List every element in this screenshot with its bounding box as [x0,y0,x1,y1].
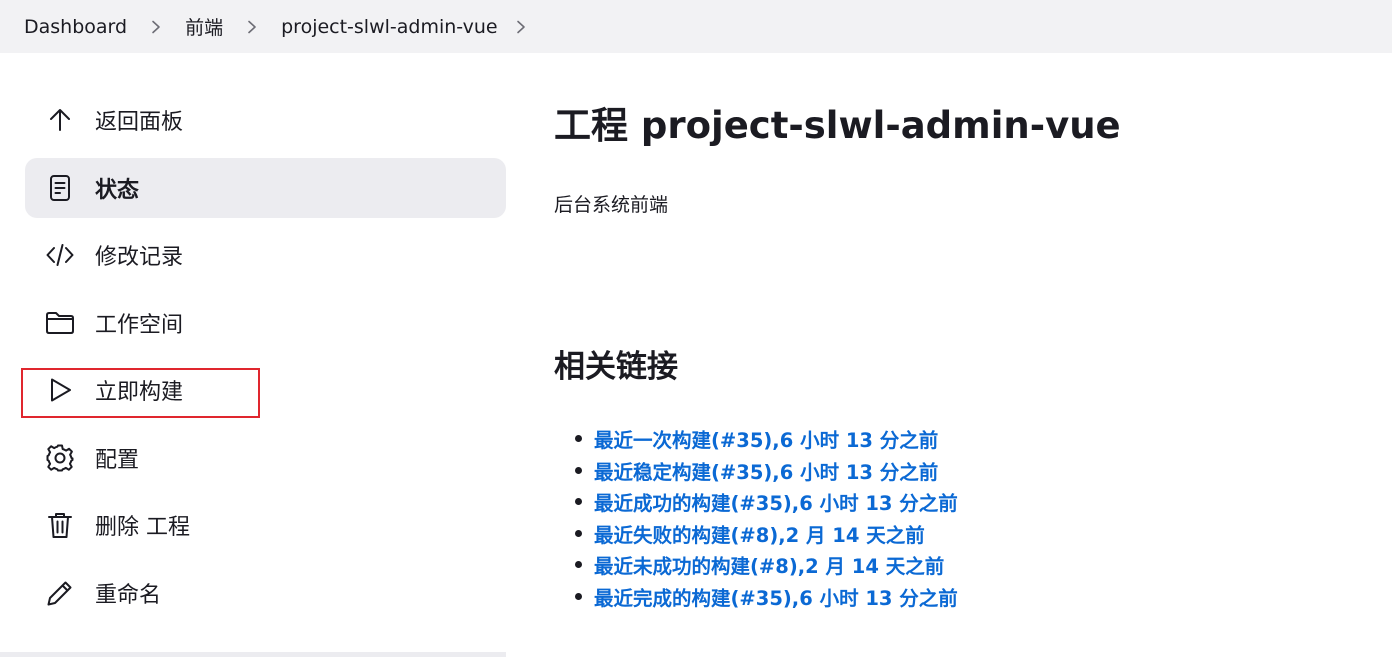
pencil-icon [44,577,76,609]
sidebar-item-build-now[interactable]: 立即构建 [25,360,506,420]
last-unsuccessful-build-link[interactable]: 最近未成功的构建(#8),2 月 14 天之前 [594,555,944,578]
sidebar-item-label: 状态 [95,177,140,203]
sidebar-bottom-divider [0,652,506,657]
breadcrumb-dashboard[interactable]: Dashboard [24,16,127,38]
sidebar-item-label: 工作空间 [95,312,184,338]
sidebar-item-label: 返回面板 [95,110,184,135]
page-title: 工程 project-slwl-admin-vue [554,104,1121,147]
sidebar-item-label: 立即构建 [95,380,184,405]
play-icon [44,374,76,406]
list-item: 最近一次构建(#35),6 小时 13 分之前 [575,424,1354,456]
sidebar-item-changes[interactable]: 修改记录 [25,225,506,285]
sidebar-item-label: 重命名 [95,582,162,608]
list-item: 最近完成的构建(#35),6 小时 13 分之前 [575,582,1354,614]
folder-icon [44,307,76,339]
breadcrumb-frontend[interactable]: 前端 [185,13,223,40]
related-links-heading: 相关链接 [554,349,678,385]
sidebar-item-delete-project[interactable]: 删除 工程 [25,495,506,555]
last-build-link[interactable]: 最近一次构建(#35),6 小时 13 分之前 [594,429,938,452]
project-description: 后台系统前端 [554,194,669,216]
last-failed-build-link[interactable]: 最近失败的构建(#8),2 月 14 天之前 [594,524,925,547]
last-stable-build-link[interactable]: 最近稳定构建(#35),6 小时 13 分之前 [594,461,938,484]
breadcrumb-project[interactable]: project-slwl-admin-vue [281,16,498,38]
sidebar-item-configure[interactable]: 配置 [25,428,506,488]
list-item: 最近失败的构建(#8),2 月 14 天之前 [575,519,1354,551]
sidebar-item-label: 删除 工程 [95,515,190,540]
chevron-right-icon[interactable] [127,15,185,39]
chevron-right-icon[interactable] [498,15,528,39]
breadcrumb: Dashboard 前端 project-slwl-admin-vue [0,0,1392,53]
gear-icon [44,442,76,474]
sidebar: 返回面板 状态 修改记录 工作空间 立即构建 配置 删除 工程 重命名 [25,90,506,630]
sidebar-item-workspace[interactable]: 工作空间 [25,293,506,353]
last-successful-build-link[interactable]: 最近成功的构建(#35),6 小时 13 分之前 [594,492,958,515]
sidebar-item-status[interactable]: 状态 [25,157,506,218]
trash-icon [44,509,76,541]
list-item: 最近未成功的构建(#8),2 月 14 天之前 [575,550,1354,582]
chevron-right-icon[interactable] [223,15,281,39]
code-icon [44,239,76,271]
list-item: 最近成功的构建(#35),6 小时 13 分之前 [575,487,1354,519]
document-icon [44,172,76,204]
main-content: 工程 project-slwl-admin-vue 后台系统前端 相关链接 最近… [554,98,1354,613]
arrow-up-icon [44,104,76,136]
last-completed-build-link[interactable]: 最近完成的构建(#35),6 小时 13 分之前 [594,587,958,610]
sidebar-item-back-to-dashboard[interactable]: 返回面板 [25,90,506,150]
related-links-list: 最近一次构建(#35),6 小时 13 分之前 最近稳定构建(#35),6 小时… [554,424,1354,613]
sidebar-item-label: 配置 [95,447,140,473]
sidebar-item-rename[interactable]: 重命名 [25,563,506,623]
sidebar-item-label: 修改记录 [95,245,184,270]
list-item: 最近稳定构建(#35),6 小时 13 分之前 [575,456,1354,488]
